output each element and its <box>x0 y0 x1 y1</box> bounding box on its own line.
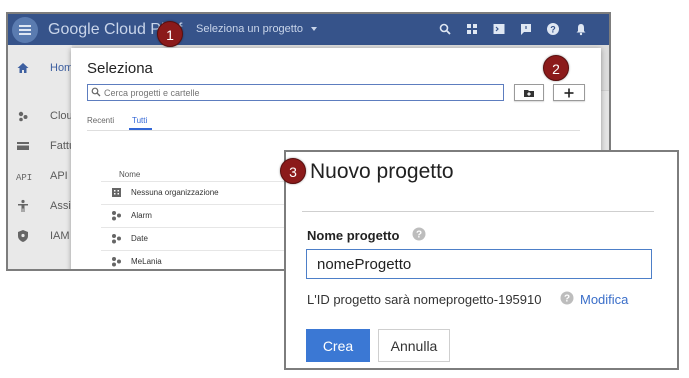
tab-all[interactable]: Tutti <box>132 116 147 125</box>
menu-icon[interactable] <box>12 17 38 43</box>
help-icon[interactable]: ? <box>546 22 560 36</box>
column-header-name: Nome <box>119 170 141 179</box>
project-search[interactable] <box>87 84 504 101</box>
cancel-button[interactable]: Annulla <box>378 329 450 362</box>
nav-label: Assi <box>50 200 71 212</box>
apps-icon[interactable] <box>465 22 479 36</box>
project-search-input[interactable] <box>104 86 494 99</box>
create-button[interactable]: Crea <box>306 329 370 362</box>
project-row-name: Date <box>131 234 148 243</box>
svg-text:?: ? <box>416 230 422 241</box>
new-folder-button[interactable] <box>514 84 544 101</box>
project-selector-label: Seleziona un progetto <box>196 23 304 35</box>
project-row[interactable]: Date <box>101 227 285 249</box>
project-row-name: Nessuna organizzazione <box>131 188 219 197</box>
shield-icon <box>18 230 28 242</box>
project-icon <box>112 257 121 267</box>
feedback-icon[interactable] <box>519 22 533 36</box>
help-icon[interactable]: ? <box>560 291 574 305</box>
notifications-icon[interactable] <box>574 22 588 36</box>
project-icon <box>112 234 121 244</box>
plus-icon <box>564 88 574 98</box>
project-name-label: Nome progetto <box>307 228 400 243</box>
project-row[interactable]: MeLania <box>101 250 285 269</box>
new-project-title: Nuovo progetto <box>310 160 454 183</box>
project-row-name: MeLania <box>131 257 162 266</box>
step-badge-2: 2 <box>543 55 569 81</box>
svg-text:?: ? <box>550 25 556 35</box>
billing-icon <box>17 142 29 150</box>
api-icon: API <box>16 173 32 183</box>
tab-recent[interactable]: Recenti <box>87 116 114 125</box>
select-dialog-title: Seleziona <box>87 60 153 77</box>
console-topbar: Google Cloud Platf Seleziona un progetto… <box>8 14 609 45</box>
project-name-input[interactable] <box>306 249 652 279</box>
new-project-button[interactable] <box>553 84 585 101</box>
tabs-divider <box>87 130 580 131</box>
nav-label: Clou <box>50 110 73 122</box>
nav-label: IAM <box>50 230 70 242</box>
project-row[interactable]: Alarm <box>101 204 285 226</box>
title-divider <box>302 211 654 212</box>
project-icon <box>112 211 121 221</box>
svg-text:API: API <box>16 173 32 183</box>
step-badge-1: 1 <box>157 21 183 47</box>
search-icon <box>91 87 101 97</box>
folder-icon <box>524 90 534 97</box>
terminal-icon[interactable] <box>492 22 506 36</box>
support-icon <box>18 199 28 212</box>
left-navigation: Hom Clou Fattu API API a Assi IAM <box>8 45 77 269</box>
svg-text:?: ? <box>564 294 570 305</box>
search-icon[interactable] <box>438 22 452 36</box>
help-icon[interactable]: ? <box>412 227 426 241</box>
nav-label: Hom <box>50 62 74 74</box>
project-row-name: Alarm <box>131 211 152 220</box>
caret-down-icon <box>311 27 318 32</box>
new-project-panel: Nuovo progetto Nome progetto ? L'ID prog… <box>284 150 679 370</box>
cloud-icon <box>18 111 28 122</box>
home-icon <box>17 63 29 73</box>
organization-icon <box>112 188 121 197</box>
step-badge-3: 3 <box>280 158 306 184</box>
modify-id-link[interactable]: Modifica <box>580 292 628 307</box>
project-id-text: L'ID progetto sarà nomeprogetto-195910 <box>307 292 542 307</box>
project-row[interactable]: Nessuna organizzazione <box>101 181 285 203</box>
project-selector[interactable]: Seleziona un progetto <box>196 23 318 35</box>
